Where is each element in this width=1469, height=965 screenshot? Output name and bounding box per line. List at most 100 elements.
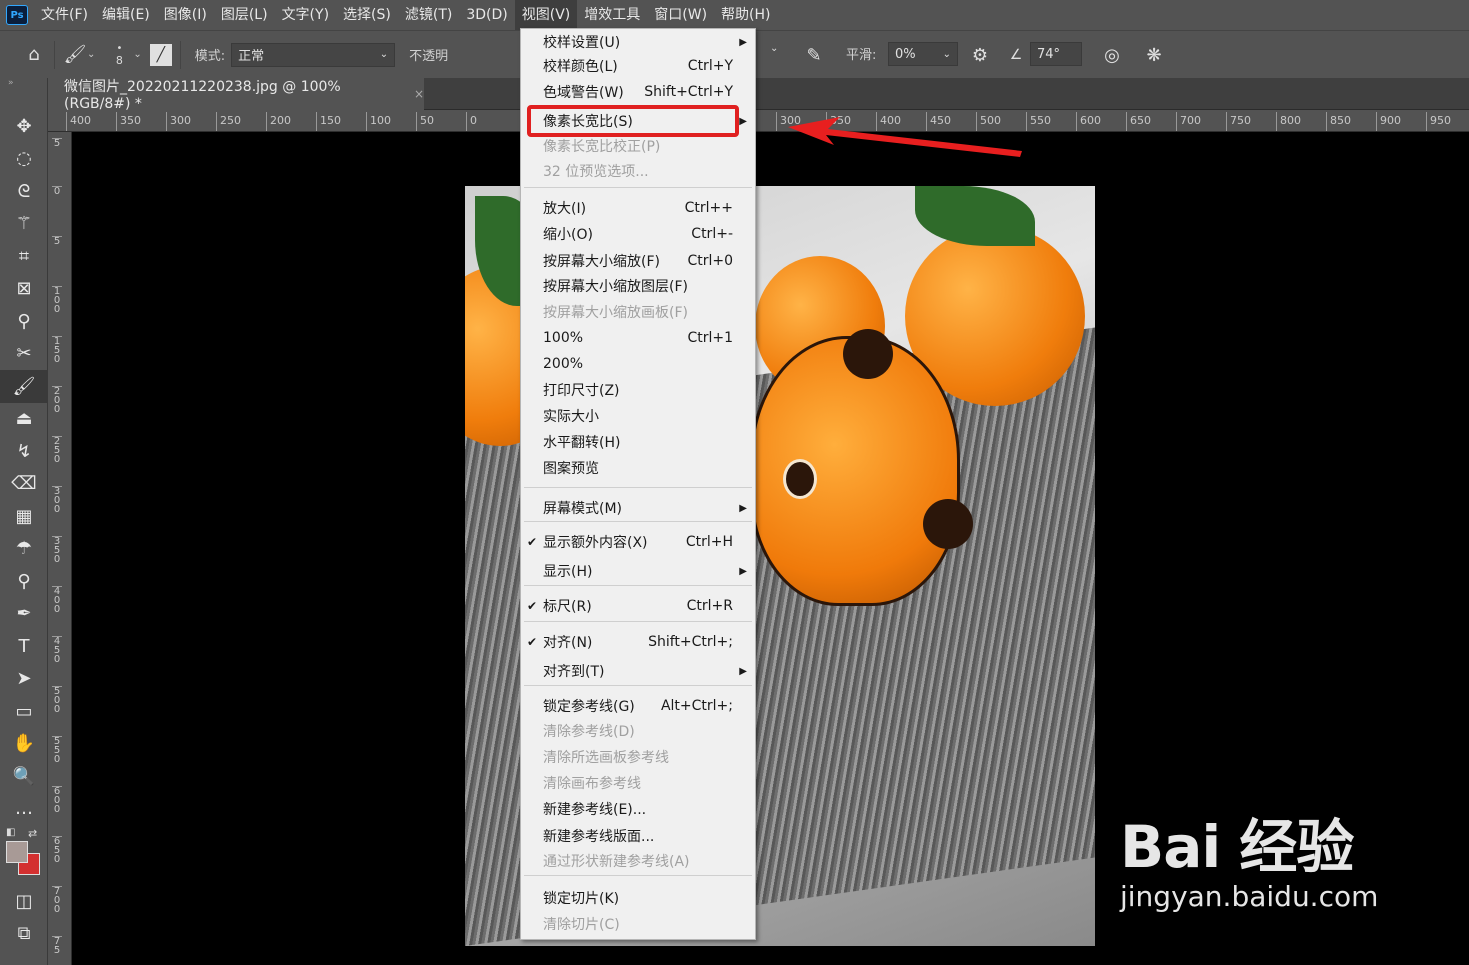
- view-menu-item[interactable]: ✔ 显示额外内容(X) Ctrl+H: [521, 530, 755, 554]
- view-menu-item[interactable]: 200%: [521, 352, 755, 376]
- view-menu-item[interactable]: 按屏幕大小缩放图层(F): [521, 274, 755, 298]
- view-menu-item[interactable]: 缩小(O) Ctrl+-: [521, 222, 755, 246]
- angle-input[interactable]: 74°: [1030, 42, 1082, 66]
- ruler-tick-label: 250: [216, 112, 241, 131]
- view-menu-item-shortcut: Shift+Ctrl+;: [648, 634, 733, 650]
- view-menu-item[interactable]: 100% Ctrl+1: [521, 326, 755, 350]
- menu-edit[interactable]: 编辑(E): [95, 0, 157, 30]
- ruler-tick-label: 350: [116, 112, 141, 131]
- pen-tool-icon[interactable]: ✒: [0, 598, 48, 631]
- view-menu-item[interactable]: 水平翻转(H): [521, 430, 755, 454]
- horizontal-ruler[interactable]: 400 350 300 250 200 150 100 50 0 300 350 400 450 500 5…: [48, 110, 1469, 132]
- screen-mode-icon[interactable]: ⧉: [0, 918, 48, 951]
- menu-divider: [524, 621, 752, 622]
- ruler-tick-label: 200: [266, 112, 291, 131]
- view-menu-item[interactable]: 图案预览: [521, 456, 755, 480]
- menu-divider: [524, 187, 752, 188]
- menu-layer[interactable]: 图层(L): [214, 0, 275, 30]
- symmetry-icon[interactable]: ❋: [1142, 43, 1166, 67]
- view-menu-item-label: 32 位预览选项...: [543, 164, 649, 180]
- blur-tool-icon[interactable]: ☂: [0, 533, 48, 566]
- view-menu-item[interactable]: 色域警告(W) Shift+Ctrl+Y: [521, 80, 755, 104]
- healing-tool-icon[interactable]: ✂: [0, 338, 48, 371]
- rectangle-tool-icon[interactable]: ▭: [0, 695, 48, 728]
- menu-filter[interactable]: 滤镜(T): [398, 0, 459, 30]
- swap-colors-icon[interactable]: ⇄: [28, 827, 37, 840]
- brush-size-picker[interactable]: • 8: [105, 43, 133, 67]
- history-brush-tool-icon[interactable]: ↯: [0, 435, 48, 468]
- eraser-tool-icon[interactable]: ⌫: [0, 468, 48, 501]
- view-menu-item[interactable]: 新建参考线版面...: [521, 824, 755, 848]
- view-menu-item[interactable]: 锁定切片(K): [521, 886, 755, 910]
- smoothing-input[interactable]: 0% ⌄: [888, 42, 958, 66]
- mode-label: 模式:: [194, 49, 226, 64]
- crop-tool-icon[interactable]: ⌗: [0, 240, 48, 273]
- view-menu-item[interactable]: 锁定参考线(G) Alt+Ctrl+;: [521, 694, 755, 718]
- chevron-down-icon[interactable]: ⌄: [133, 49, 141, 60]
- lasso-tool-icon[interactable]: ᘓ: [0, 175, 48, 208]
- gear-icon[interactable]: ⚙: [968, 43, 992, 67]
- chevron-down-icon[interactable]: ⌄: [770, 43, 778, 54]
- ruler-tick-label: 2 0 0: [52, 386, 62, 415]
- menu-window[interactable]: 窗口(W): [647, 0, 714, 30]
- path-selection-tool-icon[interactable]: ➤: [0, 663, 48, 696]
- magic-wand-tool-icon[interactable]: ⚚: [0, 208, 48, 241]
- view-menu-item[interactable]: 实际大小: [521, 404, 755, 428]
- brush-tool-icon[interactable]: 🖌: [0, 370, 48, 403]
- view-menu-item[interactable]: 屏幕模式(M) ▶: [521, 496, 755, 520]
- view-menu-item[interactable]: 放大(I) Ctrl++: [521, 196, 755, 220]
- menu-file[interactable]: 文件(F): [34, 0, 95, 30]
- zoom-tool-icon[interactable]: 🔍: [0, 760, 48, 793]
- menu-image[interactable]: 图像(I): [157, 0, 214, 30]
- menu-plugins[interactable]: 增效工具: [577, 0, 647, 30]
- pressure-opacity-icon[interactable]: ✎: [802, 43, 826, 67]
- menu-type[interactable]: 文字(Y): [275, 0, 336, 30]
- default-colors-icon[interactable]: ◧: [6, 827, 15, 838]
- view-menu-item[interactable]: ✔ 对齐(N) Shift+Ctrl+;: [521, 630, 755, 654]
- ruler-tick-label: 6 5 0: [52, 836, 62, 865]
- eyedropper-tool-icon[interactable]: ⚲: [0, 305, 48, 338]
- home-icon[interactable]: ⌂: [22, 43, 46, 67]
- chevron-down-icon[interactable]: ⌄: [87, 49, 95, 60]
- gradient-tool-icon[interactable]: ▦: [0, 500, 48, 533]
- pressure-size-icon[interactable]: ◎: [1100, 43, 1124, 67]
- chevron-down-icon: ⌄: [379, 49, 389, 60]
- quick-mask-icon[interactable]: ◫: [0, 885, 48, 918]
- view-menu-item[interactable]: 校样设置(U) ▶: [521, 30, 755, 54]
- vertical-ruler[interactable]: 5 0 5 1 0 0 1 5 0 2 0 0 2 5 0 3 0 0 3 5 0 4 0 0 4 …: [48, 132, 72, 965]
- move-tool-icon[interactable]: ✥: [0, 110, 48, 143]
- view-menu-item[interactable]: 显示(H) ▶: [521, 559, 755, 583]
- ruler-tick-label: 300: [166, 112, 191, 131]
- dodge-tool-icon[interactable]: ⚲: [0, 565, 48, 598]
- mode-select[interactable]: 正常 ⌄: [231, 42, 396, 67]
- menu-bar: Ps 文件(F) 编辑(E) 图像(I) 图层(L) 文字(Y) 选择(S) 滤…: [0, 0, 1469, 30]
- menu-help[interactable]: 帮助(H): [714, 0, 777, 30]
- view-menu-item[interactable]: 打印尺寸(Z): [521, 378, 755, 402]
- hand-tool-icon[interactable]: ✋: [0, 728, 48, 761]
- menu-view[interactable]: 视图(V): [514, 0, 578, 30]
- view-menu-item-shortcut: Ctrl+-: [691, 226, 733, 242]
- menu-select[interactable]: 选择(S): [336, 0, 398, 30]
- stamp-tool-icon[interactable]: ⏏: [0, 403, 48, 436]
- annotation-arrow: [788, 117, 1022, 157]
- brush-preset-icon[interactable]: 🖌: [63, 43, 87, 67]
- type-tool-icon[interactable]: T: [0, 630, 48, 663]
- submenu-arrow-icon: ▶: [739, 502, 747, 514]
- foreground-color-swatch[interactable]: [6, 841, 28, 863]
- frame-tool-icon[interactable]: ⊠: [0, 273, 48, 306]
- view-menu-item[interactable]: 对齐到(T) ▶: [521, 659, 755, 683]
- view-menu-item[interactable]: ✔ 标尺(R) Ctrl+R: [521, 594, 755, 618]
- close-icon[interactable]: ×: [414, 87, 424, 101]
- marquee-tool-icon[interactable]: ◌: [0, 143, 48, 176]
- view-menu-item-label: 100%: [543, 330, 584, 346]
- brush-settings-icon[interactable]: ╱: [149, 43, 172, 66]
- view-menu-item[interactable]: 新建参考线(E)...: [521, 797, 755, 821]
- menu-3d[interactable]: 3D(D): [459, 0, 514, 30]
- view-menu-item[interactable]: 校样颜色(L) Ctrl+Y: [521, 54, 755, 78]
- ruler-tick-label: 850: [1326, 112, 1351, 131]
- view-menu-item[interactable]: 按屏幕大小缩放(F) Ctrl+0: [521, 249, 755, 273]
- document-tab[interactable]: 微信图片_20220211220238.jpg @ 100%(RGB/8#) *…: [48, 78, 424, 112]
- tools-panel: » ✥ ◌ ᘓ ⚚ ⌗ ⊠ ⚲ ✂ 🖌 ⏏ ↯ ⌫ ▦ ☂ ⚲ ✒ T ➤ ▭ …: [0, 78, 48, 965]
- more-tools-icon[interactable]: …: [0, 793, 48, 826]
- collapse-icon[interactable]: »: [0, 78, 47, 92]
